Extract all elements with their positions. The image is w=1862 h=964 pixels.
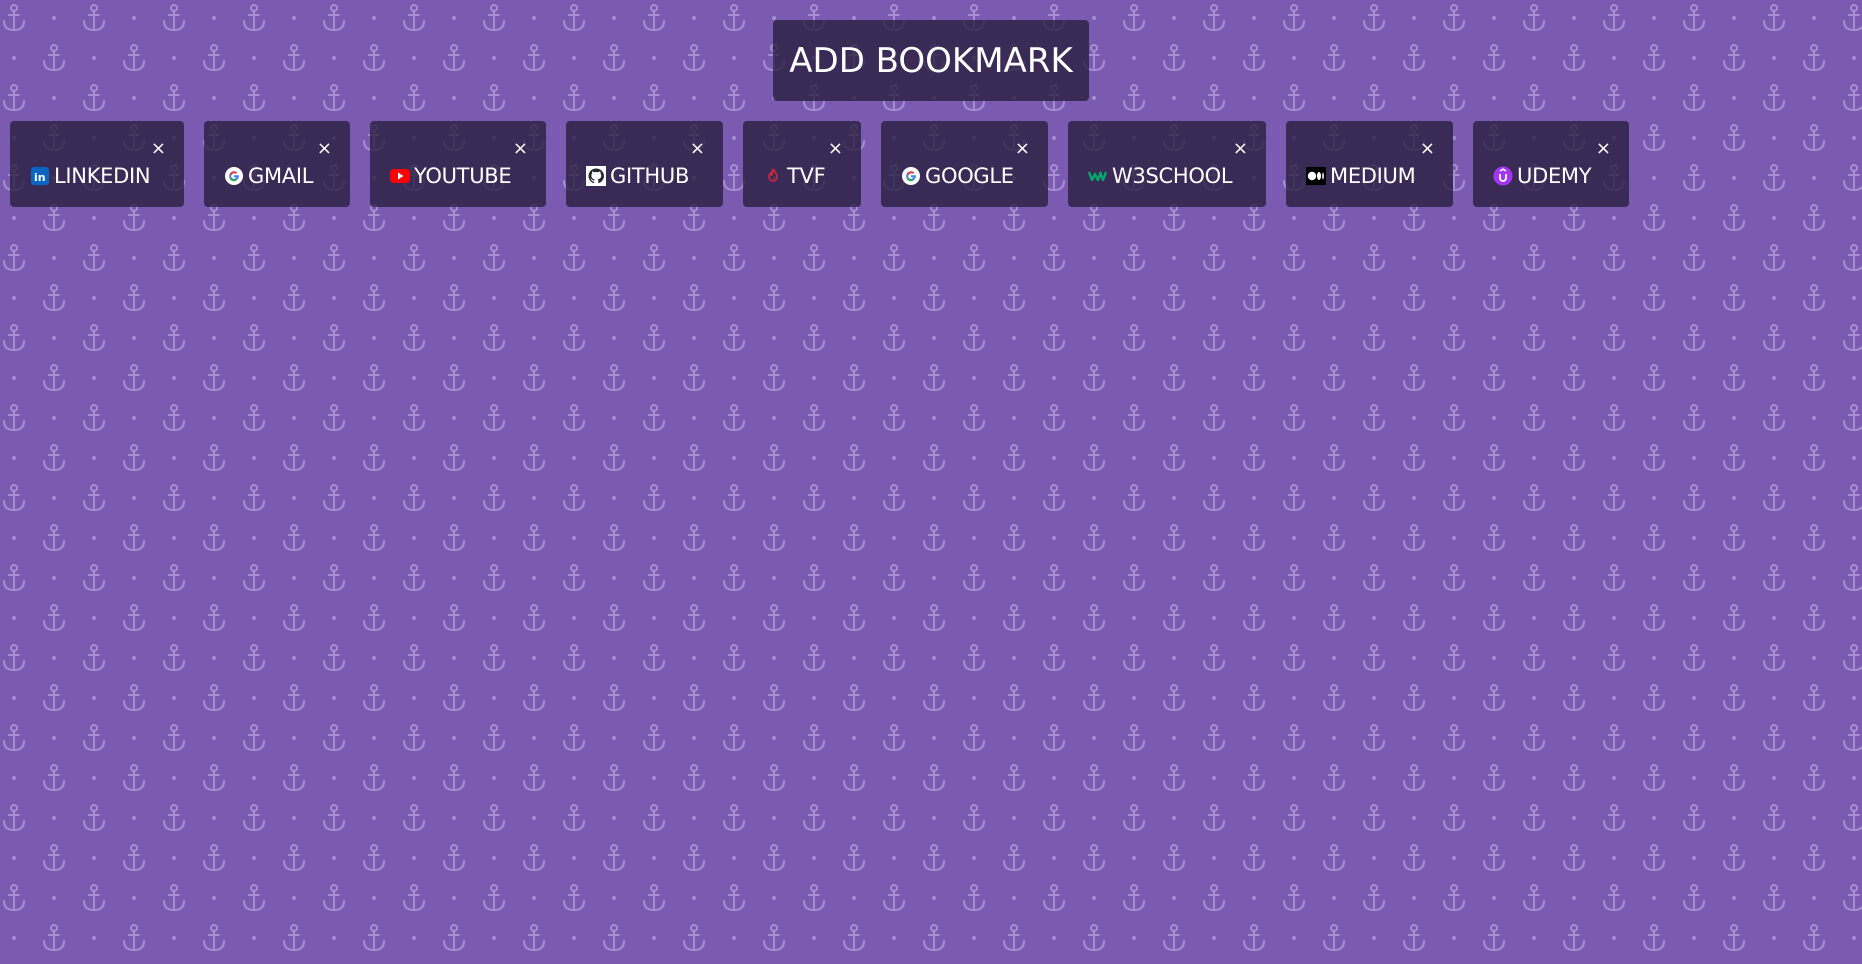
bookmark-google[interactable]: × GOOGLE <box>881 121 1048 207</box>
add-bookmark-button[interactable]: ADD BOOKMARK <box>773 20 1089 101</box>
bookmark-label: GOOGLE <box>925 164 1014 188</box>
bookmark-label: W3SCHOOL <box>1112 164 1233 188</box>
bookmark-medium[interactable]: × MEDIUM <box>1286 121 1453 207</box>
bookmark-tvf[interactable]: × TVF <box>743 121 861 207</box>
close-icon[interactable]: × <box>1420 140 1435 158</box>
bookmark-label: MEDIUM <box>1330 164 1416 188</box>
tvf-icon <box>763 166 783 186</box>
google-icon <box>901 166 921 186</box>
medium-icon <box>1306 166 1326 186</box>
close-icon[interactable]: × <box>151 140 166 158</box>
github-icon <box>586 166 606 186</box>
svg-text:in: in <box>34 171 46 184</box>
bookmark-w3school[interactable]: × W3SCHOOL <box>1068 121 1266 207</box>
bookmark-label: GITHUB <box>610 164 690 188</box>
udemy-icon <box>1493 166 1513 186</box>
bookmark-linkedin[interactable]: × in LINKEDIN <box>10 121 184 207</box>
close-icon[interactable]: × <box>690 140 705 158</box>
close-icon[interactable]: × <box>1015 140 1030 158</box>
bookmark-list: × in LINKEDIN × GMAIL × YOUTUBE × GITHUB… <box>10 121 1629 207</box>
bookmark-label: LINKEDIN <box>54 164 151 188</box>
bookmark-label: GMAIL <box>248 164 314 188</box>
close-icon[interactable]: × <box>513 140 528 158</box>
close-icon[interactable]: × <box>317 140 332 158</box>
bookmark-youtube[interactable]: × YOUTUBE <box>370 121 546 207</box>
w3schools-icon <box>1088 166 1108 186</box>
bookmark-label: UDEMY <box>1517 164 1592 188</box>
bookmark-udemy[interactable]: × UDEMY <box>1473 121 1629 207</box>
close-icon[interactable]: × <box>1596 140 1611 158</box>
youtube-icon <box>390 166 410 186</box>
bookmark-gmail[interactable]: × GMAIL <box>204 121 350 207</box>
bookmark-label: YOUTUBE <box>414 164 512 188</box>
linkedin-icon: in <box>30 166 50 186</box>
bookmark-label: TVF <box>787 164 826 188</box>
bookmark-github[interactable]: × GITHUB <box>566 121 723 207</box>
google-icon <box>224 166 244 186</box>
close-icon[interactable]: × <box>828 140 843 158</box>
close-icon[interactable]: × <box>1233 140 1248 158</box>
